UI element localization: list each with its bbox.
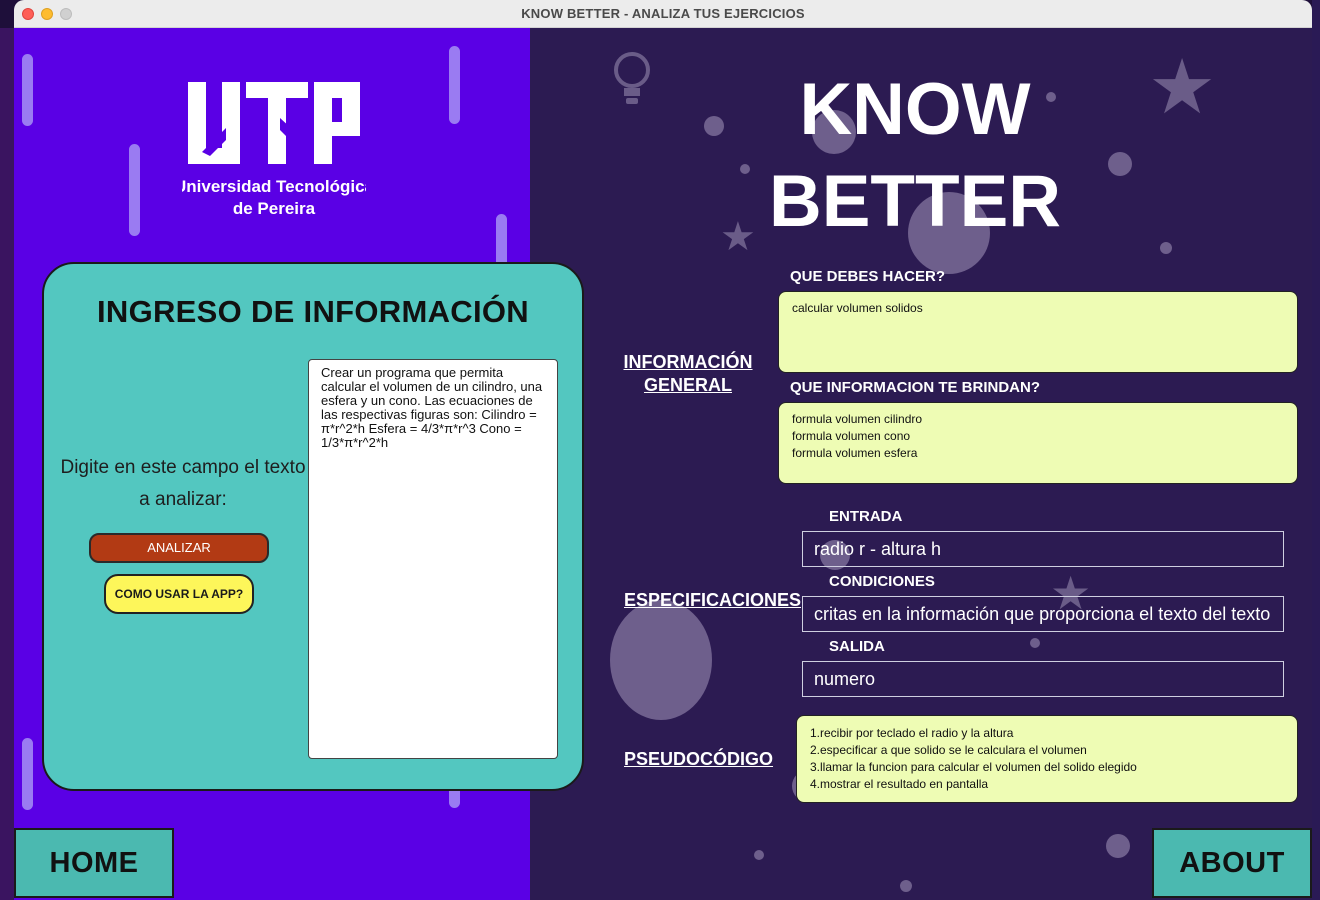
pseudocode-box: 1.recibir por teclado el radio y la altu… <box>796 715 1298 803</box>
input-instructions: Digite en este campo el texto a analizar… <box>60 457 306 510</box>
input-card-title: INGRESO DE INFORMACIÓN <box>96 294 529 329</box>
home-button[interactable]: HOME <box>14 828 174 898</box>
desktop-background-right <box>1312 0 1320 900</box>
pseudocode-step: 3.llamar la funcion para calcular el vol… <box>810 760 1137 774</box>
utp-logo: Universidad Tecnológica de Pereira <box>182 82 366 218</box>
app-title-line2: BETTER <box>769 161 1061 242</box>
window-title: KNOW BETTER - ANALIZA TUS EJERCICIOS <box>521 6 805 21</box>
title-bar: KNOW BETTER - ANALIZA TUS EJERCICIOS <box>14 0 1312 28</box>
given-info-item: formula volumen cilindro <box>792 412 923 426</box>
decor-pill <box>22 738 33 810</box>
conditions-label: CONDICIONES <box>829 573 935 590</box>
app-content: Universidad Tecnológica de Pereira HOME … <box>14 28 1312 900</box>
general-info-label-line2: GENERAL <box>643 375 732 395</box>
decor-pill <box>22 54 33 126</box>
star-icon: ★ <box>1148 45 1217 130</box>
output-spec-field[interactable]: numero <box>802 661 1284 697</box>
app-title-line1: KNOW <box>799 69 1031 150</box>
task-box: calcular volumen solidos <box>778 291 1298 373</box>
star-icon: ★ <box>720 215 756 259</box>
decor-bubble <box>900 880 912 892</box>
about-button[interactable]: ABOUT <box>1152 828 1312 898</box>
app-window: KNOW BETTER - ANALIZA TUS EJERCICIOS Uni… <box>14 0 1312 900</box>
decor-pill <box>129 144 140 236</box>
specs-label: ESPECIFICACIONES <box>624 590 802 610</box>
input-card: INGRESO DE INFORMACIÓN Digite en este ca… <box>42 262 584 791</box>
decor-bubble <box>754 850 764 860</box>
exercise-text-input[interactable]: Crear un programa que permita calcular e… <box>308 359 558 759</box>
pseudocode-label: PSEUDOCÓDIGO <box>624 749 774 769</box>
logo-text-line1: Universidad Tecnológica <box>182 177 366 196</box>
lightbulb-icon <box>614 52 650 104</box>
analyze-button[interactable]: ANALIZAR <box>89 533 269 563</box>
decor-bubble <box>1160 242 1172 254</box>
input-spec-label: ENTRADA <box>829 508 903 525</box>
input-spec-field[interactable]: radio r - altura h <box>802 531 1284 567</box>
decor-pill <box>449 46 460 124</box>
how-to-use-button[interactable]: COMO USAR LA APP? <box>104 574 254 614</box>
decor-bubble <box>1108 152 1132 176</box>
pseudocode-step: 2.especificar a que solido se le calcula… <box>810 743 1087 757</box>
decor-bubble <box>1106 834 1130 858</box>
logo-text-line2: de Pereira <box>233 199 316 218</box>
task-text: calcular volumen solidos <box>792 301 923 315</box>
desktop-background-left <box>0 28 14 900</box>
task-label: QUE DEBES HACER? <box>790 268 946 285</box>
app-title: KNOW BETTER <box>754 64 1076 248</box>
given-info-label: QUE INFORMACION TE BRINDAN? <box>790 379 1040 396</box>
right-panel: ★ ★ ★ KNOW BETTER INFORMACIÓN GENERAL QU… <box>530 28 1312 900</box>
given-info-item: formula volumen esfera <box>792 446 918 460</box>
pseudocode-step: 1.recibir por teclado el radio y la altu… <box>810 726 1014 740</box>
output-spec-label: SALIDA <box>829 638 885 655</box>
general-info-label: INFORMACIÓN GENERAL <box>620 351 756 397</box>
decor-bubble <box>610 600 712 720</box>
decor-bubble <box>740 164 750 174</box>
general-info-label-line1: INFORMACIÓN <box>623 352 753 372</box>
decor-bubble <box>704 116 724 136</box>
given-info-box: formula volumen cilindro formula volumen… <box>778 402 1298 484</box>
given-info-item: formula volumen cono <box>792 429 911 443</box>
decor-bubble <box>1030 638 1040 648</box>
pseudocode-step: 4.mostrar el resultado en pantalla <box>810 777 989 791</box>
conditions-field[interactable]: critas en la información que proporciona… <box>802 596 1284 632</box>
